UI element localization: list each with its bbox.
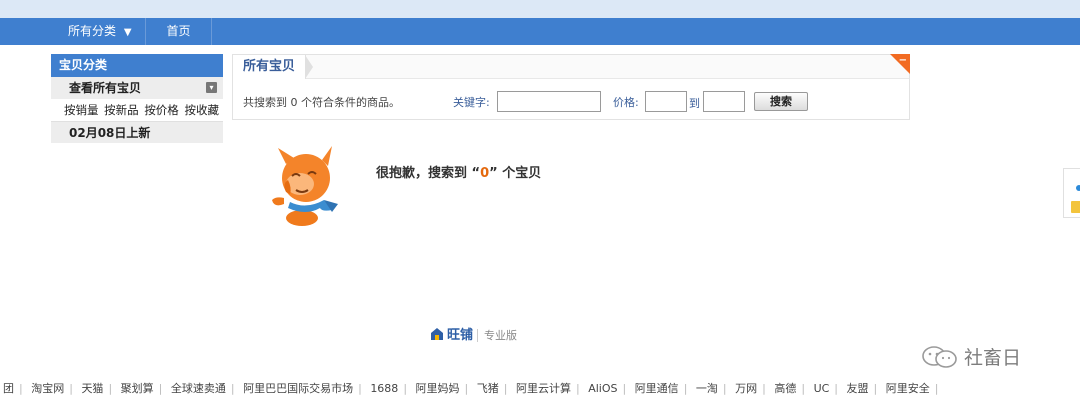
- top-strip: [0, 0, 1080, 18]
- footer-separator: |: [503, 382, 508, 395]
- sidebar-new-arrivals[interactable]: 02月08日上新: [51, 121, 223, 143]
- sort-by-sales[interactable]: 按销量: [64, 103, 99, 117]
- category-sidebar: 宝贝分类 查看所有宝贝 ▾ 按销量 按新品 按价格 按收藏 02月08日上新: [51, 54, 223, 143]
- sidebar-sort-row: 按销量 按新品 按价格 按收藏: [51, 99, 223, 121]
- footer-separator: |: [683, 382, 688, 395]
- wechat-icon: [922, 346, 957, 368]
- sidebar-view-all[interactable]: 查看所有宝贝 ▾: [51, 77, 223, 99]
- footer-link[interactable]: 天猫: [76, 378, 108, 400]
- wechat-watermark: 社畜日: [920, 343, 1021, 371]
- empty-result-message: 很抱歉，搜索到 “0” 个宝贝: [376, 162, 541, 181]
- online-status-icon: [1076, 185, 1080, 191]
- keyword-input[interactable]: [497, 91, 601, 112]
- sidebar-title: 宝贝分类: [51, 54, 223, 77]
- price-max-input[interactable]: [703, 91, 745, 112]
- footer-link[interactable]: 阿里通信: [630, 378, 684, 400]
- footer-separator: |: [575, 382, 580, 395]
- footer-link[interactable]: 阿里妈妈: [411, 378, 465, 400]
- brand-name: 旺铺: [447, 328, 474, 343]
- footer-separator: |: [19, 382, 23, 395]
- footer-link[interactable]: 阿里云计算: [511, 378, 576, 400]
- footer-link[interactable]: 淘宝网: [26, 378, 69, 400]
- footer-link[interactable]: 万网: [730, 378, 762, 400]
- footer-separator: |: [403, 382, 408, 395]
- mascot-illustration: [272, 146, 338, 226]
- footer-separator: |: [834, 382, 839, 395]
- price-min-input[interactable]: [645, 91, 687, 112]
- footer-separator: |: [873, 382, 878, 395]
- search-panel-header: 所有宝贝 −: [233, 54, 910, 79]
- footer-link[interactable]: 一淘: [691, 378, 723, 400]
- footer-separator: |: [230, 382, 235, 395]
- footer-separator: |: [801, 382, 806, 395]
- search-form: 共搜索到 0 个符合条件的商品。 关键字: 价格: 到 搜索: [233, 91, 909, 113]
- sidebar-view-all-label: 查看所有宝贝: [69, 81, 142, 95]
- brand-edition: 专业版: [477, 329, 518, 342]
- minus-icon: −: [898, 55, 907, 66]
- sort-by-price[interactable]: 按价格: [144, 103, 179, 117]
- footer-separator: |: [108, 382, 113, 395]
- footer-link-bar: 团 | 淘宝网 | 天猫 | 聚划算 | 全球速卖通 | 阿里巴巴国际交易市场 | 1688…: [0, 378, 1080, 400]
- tab-all-items[interactable]: 所有宝贝: [233, 55, 314, 79]
- footer-separator: |: [358, 382, 362, 395]
- empty-message-suffix: ” 个宝贝: [489, 166, 542, 181]
- footer-link[interactable]: 阿里巴巴国际交易市场: [238, 378, 358, 400]
- collapse-toggle-icon[interactable]: ▾: [206, 82, 217, 93]
- footer-separator: |: [762, 382, 766, 395]
- footer-link[interactable]: 飞猪: [472, 378, 504, 400]
- price-to-label: 到: [689, 97, 700, 110]
- footer-link[interactable]: UC: [809, 378, 835, 400]
- footer-separator: |: [69, 382, 73, 395]
- footer-link[interactable]: 全球速卖通: [166, 378, 231, 400]
- footer-link[interactable]: 聚划算: [116, 378, 159, 400]
- keyword-label: 关键字:: [453, 96, 490, 109]
- sort-by-favorites[interactable]: 按收藏: [184, 103, 219, 117]
- footer-link[interactable]: 友盟: [842, 378, 874, 400]
- wangpu-brand: 旺铺 专业版: [430, 324, 518, 343]
- footer-separator: |: [722, 382, 727, 395]
- footer-separator: |: [622, 382, 627, 395]
- shop-navbar: 所有分类 ▼ 首页: [0, 18, 1080, 45]
- result-count-text: 共搜索到 0 个符合条件的商品。: [243, 96, 400, 109]
- coupon-tag-icon: [1071, 201, 1080, 213]
- empty-message-count: 0: [480, 166, 490, 181]
- search-button[interactable]: 搜索: [754, 92, 808, 111]
- nav-home[interactable]: 首页: [146, 18, 212, 45]
- footer-link[interactable]: 团: [0, 378, 19, 400]
- footer-separator: |: [158, 382, 163, 395]
- footer-link[interactable]: 1688: [365, 378, 403, 400]
- footer-link[interactable]: AliOS: [583, 378, 622, 400]
- search-panel: 所有宝贝 − 共搜索到 0 个符合条件的商品。 关键字: 价格: 到 搜索: [232, 54, 910, 120]
- sort-by-newest[interactable]: 按新品: [104, 103, 139, 117]
- footer-link[interactable]: 高德: [769, 378, 801, 400]
- chevron-down-icon: ▼: [123, 27, 132, 38]
- floating-side-widget[interactable]: [1063, 168, 1080, 218]
- footer-links: 团 | 淘宝网 | 天猫 | 聚划算 | 全球速卖通 | 阿里巴巴国际交易市场 | 1688…: [0, 378, 938, 400]
- watermark-text: 社畜日: [964, 347, 1022, 369]
- footer-separator: |: [464, 382, 469, 395]
- price-label: 价格:: [613, 96, 639, 109]
- footer-link[interactable]: 阿里安全: [881, 378, 935, 400]
- empty-message-prefix: 很抱歉，搜索到 “: [376, 166, 481, 181]
- nav-all-categories[interactable]: 所有分类 ▼: [52, 18, 146, 45]
- wangpu-logo-icon: [431, 328, 443, 340]
- footer-separator: |: [934, 382, 939, 395]
- nav-all-categories-label: 所有分类: [68, 24, 117, 38]
